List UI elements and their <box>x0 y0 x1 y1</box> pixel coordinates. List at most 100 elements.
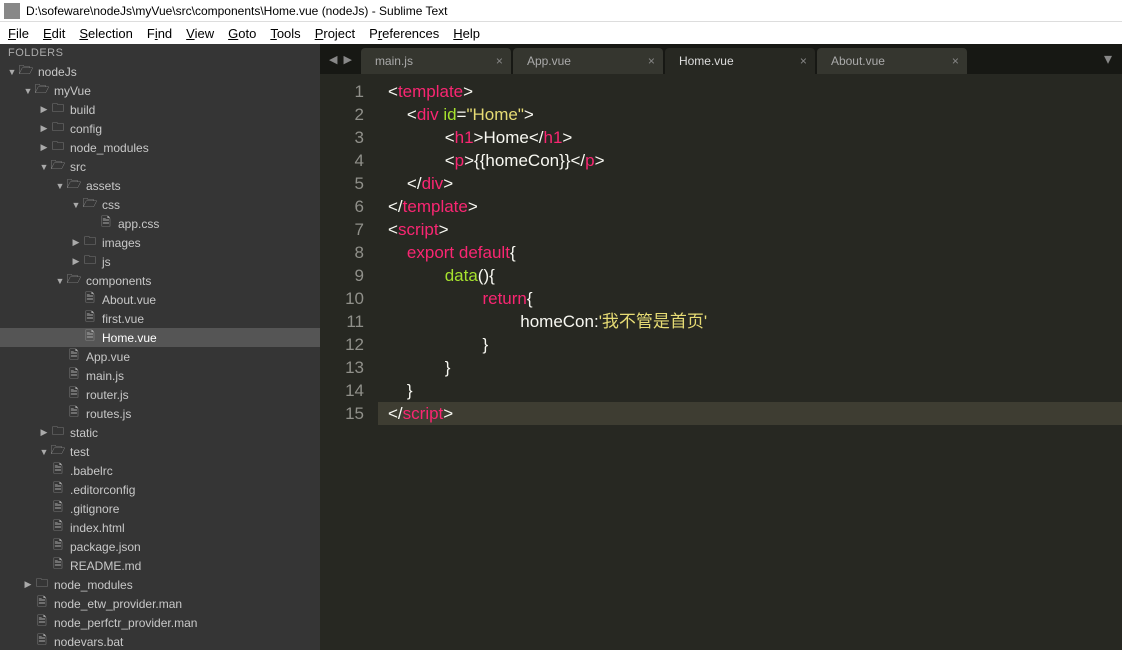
tree-arrow-icon[interactable]: ▼ <box>70 200 82 210</box>
tree-item[interactable]: node_etw_provider.man <box>0 594 320 613</box>
folder-icon <box>50 99 66 120</box>
tree-item[interactable]: ▶static <box>0 423 320 442</box>
code-line[interactable]: <div id="Home"> <box>388 103 1122 126</box>
code-line[interactable]: homeCon:'我不管是首页' <box>388 310 1122 333</box>
folder-tree[interactable]: ▼nodeJs▼myVue▶build▶config▶node_modules▼… <box>0 62 320 650</box>
tree-item-label: css <box>102 198 120 212</box>
tree-item[interactable]: ▶ js <box>0 252 320 271</box>
close-icon[interactable]: × <box>952 54 959 68</box>
tree-arrow-icon[interactable]: ▼ <box>22 86 34 96</box>
menu-preferences[interactable]: Preferences <box>369 26 439 41</box>
tree-item-label: test <box>70 445 89 459</box>
tree-item[interactable]: About.vue <box>0 290 320 309</box>
file-icon <box>66 346 82 367</box>
tree-item[interactable]: nodevars.bat <box>0 632 320 650</box>
close-icon[interactable]: × <box>496 54 503 68</box>
tree-item-label: components <box>86 274 151 288</box>
file-icon <box>50 460 66 481</box>
tab-overflow-icon[interactable]: ▾ <box>1094 49 1122 69</box>
tree-item[interactable]: ▶node_modules <box>0 138 320 157</box>
menu-view[interactable]: View <box>186 26 214 41</box>
tree-arrow-icon[interactable]: ▶ <box>70 237 82 248</box>
menu-project[interactable]: Project <box>315 26 355 41</box>
tree-item[interactable]: main.js <box>0 366 320 385</box>
code-line[interactable]: <p>{{homeCon}}</p> <box>388 149 1122 172</box>
tree-arrow-icon[interactable]: ▶ <box>70 256 82 267</box>
tree-item[interactable]: router.js <box>0 385 320 404</box>
sidebar-header: FOLDERS <box>0 44 320 62</box>
code-line[interactable]: return{ <box>388 287 1122 310</box>
menu-file[interactable]: File <box>8 26 29 41</box>
code-line[interactable]: } <box>388 379 1122 402</box>
tree-item[interactable]: ▼assets <box>0 176 320 195</box>
tree-item-label: About.vue <box>102 293 156 307</box>
tree-item[interactable]: App.vue <box>0 347 320 366</box>
tree-item-label: node_perfctr_provider.man <box>54 616 197 630</box>
code-content[interactable]: <template> <div id="Home"> <h1>Home</h1>… <box>378 74 1122 650</box>
menu-help[interactable]: Help <box>453 26 480 41</box>
code-line[interactable]: <script> <box>388 218 1122 241</box>
tab-label: main.js <box>375 54 413 68</box>
menu-selection[interactable]: Selection <box>79 26 132 41</box>
tree-item[interactable]: .editorconfig <box>0 480 320 499</box>
menu-goto[interactable]: Goto <box>228 26 256 41</box>
code-line[interactable]: </template> <box>388 195 1122 218</box>
code-line[interactable]: data(){ <box>388 264 1122 287</box>
tree-item[interactable]: ▶node_modules <box>0 575 320 594</box>
file-icon <box>66 384 82 405</box>
tab[interactable]: Home.vue× <box>665 48 815 74</box>
menu-tools[interactable]: Tools <box>270 26 300 41</box>
tree-arrow-icon[interactable]: ▶ <box>38 123 50 134</box>
tree-item[interactable]: ▼src <box>0 157 320 176</box>
tree-item[interactable]: ▶config <box>0 119 320 138</box>
tab[interactable]: About.vue× <box>817 48 967 74</box>
tree-arrow-icon[interactable]: ▼ <box>6 67 18 77</box>
tree-item[interactable]: ▶images <box>0 233 320 252</box>
code-line[interactable]: } <box>388 333 1122 356</box>
tree-item-label: .gitignore <box>70 502 119 516</box>
code-line[interactable]: <h1>Home</h1> <box>388 126 1122 149</box>
tree-item[interactable]: app.css <box>0 214 320 233</box>
tree-item[interactable]: node_perfctr_provider.man <box>0 613 320 632</box>
tree-item[interactable]: ▼nodeJs <box>0 62 320 81</box>
tree-arrow-icon[interactable]: ▼ <box>38 162 50 172</box>
tree-item[interactable]: index.html <box>0 518 320 537</box>
tree-item[interactable]: .gitignore <box>0 499 320 518</box>
tree-arrow-icon[interactable]: ▶ <box>22 579 34 590</box>
code-line[interactable]: export default{ <box>388 241 1122 264</box>
code-line[interactable]: </div> <box>388 172 1122 195</box>
code-line[interactable]: <template> <box>388 80 1122 103</box>
tree-arrow-icon[interactable]: ▶ <box>38 142 50 153</box>
file-icon <box>34 593 50 614</box>
code-line[interactable]: } <box>388 356 1122 379</box>
tab-prev-icon[interactable]: ◀ <box>329 53 337 66</box>
tree-arrow-icon[interactable]: ▼ <box>54 181 66 191</box>
tab-next-icon[interactable]: ▶ <box>343 53 351 66</box>
close-icon[interactable]: × <box>800 54 807 68</box>
tree-item[interactable]: ▼myVue <box>0 81 320 100</box>
file-icon <box>50 498 66 519</box>
code-line[interactable]: </script> <box>378 402 1122 425</box>
menu-edit[interactable]: Edit <box>43 26 65 41</box>
tree-item-label: js <box>102 255 111 269</box>
tree-arrow-icon[interactable]: ▶ <box>38 427 50 438</box>
close-icon[interactable]: × <box>648 54 655 68</box>
folder-icon <box>82 251 98 272</box>
tree-item[interactable]: .babelrc <box>0 461 320 480</box>
tree-arrow-icon[interactable]: ▼ <box>38 447 50 457</box>
tree-item[interactable]: ▼ components <box>0 271 320 290</box>
tree-item[interactable]: first.vue <box>0 309 320 328</box>
tree-arrow-icon[interactable]: ▼ <box>54 276 66 286</box>
tree-item[interactable]: ▼ test <box>0 442 320 461</box>
tree-item[interactable]: routes.js <box>0 404 320 423</box>
code-area[interactable]: 123456789101112131415 <template> <div id… <box>320 74 1122 650</box>
tree-item[interactable]: README.md <box>0 556 320 575</box>
tree-item[interactable]: ▶build <box>0 100 320 119</box>
tab[interactable]: main.js × <box>361 48 511 74</box>
tree-item[interactable]: Home.vue <box>0 328 320 347</box>
tree-item[interactable]: ▼ css <box>0 195 320 214</box>
tab[interactable]: App.vue× <box>513 48 663 74</box>
tree-arrow-icon[interactable]: ▶ <box>38 104 50 115</box>
tree-item[interactable]: package.json <box>0 537 320 556</box>
menu-find[interactable]: Find <box>147 26 172 41</box>
